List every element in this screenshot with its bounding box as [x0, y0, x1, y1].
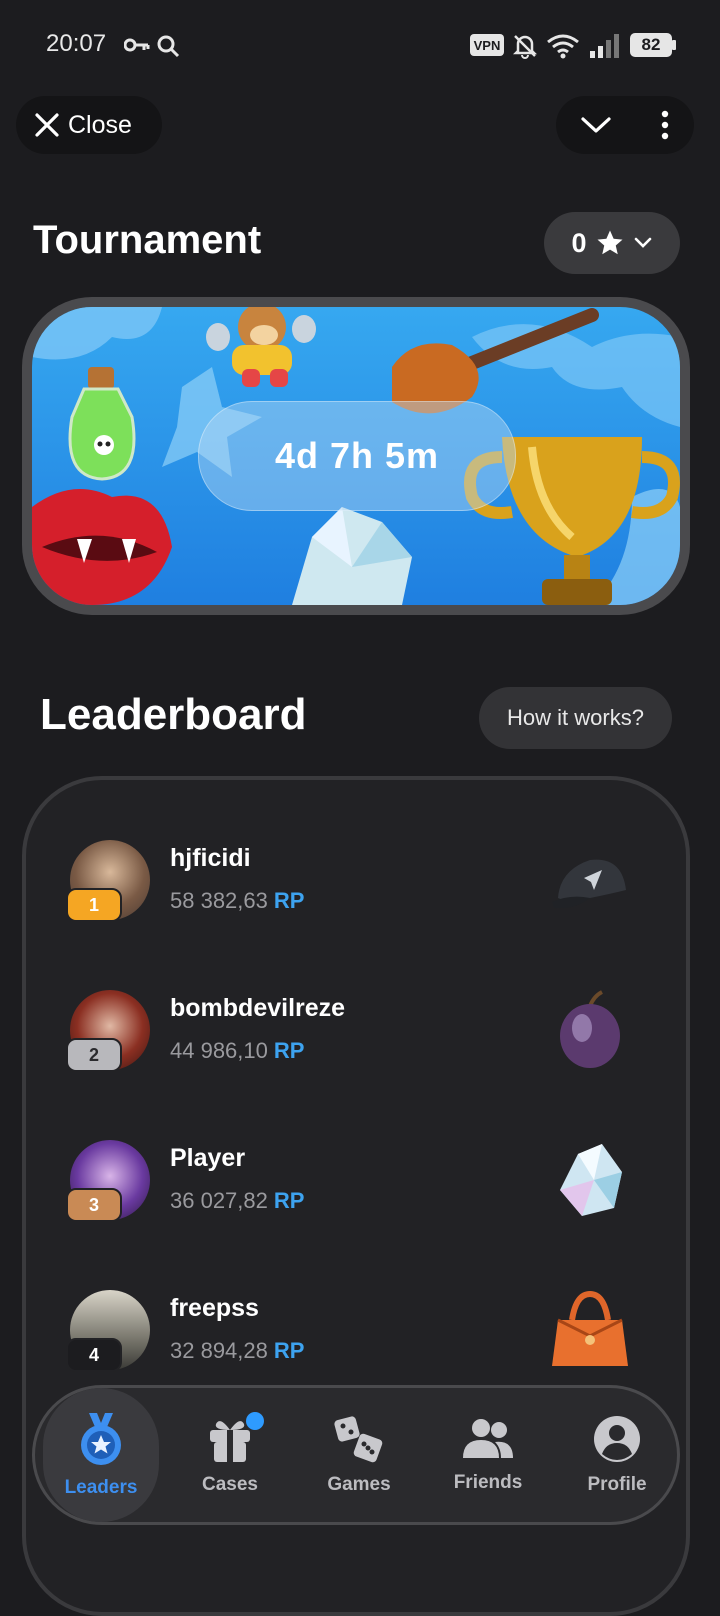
nav-profile[interactable]: Profile: [559, 1388, 675, 1522]
close-label: Close: [68, 110, 132, 139]
potion-icon: [68, 367, 136, 481]
player-score: 36 027,82 RP: [170, 1188, 304, 1214]
friends-icon: [463, 1419, 513, 1458]
nav-label: Friends: [453, 1472, 523, 1493]
cap-icon: [552, 859, 626, 909]
monkey-icon: [206, 307, 316, 387]
score-value: 32 894,28: [170, 1338, 268, 1363]
tournament-banner[interactable]: 4d 7h 5m: [32, 307, 680, 605]
nav-friends[interactable]: Friends: [430, 1388, 546, 1522]
signal-icon: [590, 34, 619, 58]
rank-badge: 2: [66, 1038, 122, 1072]
lips-icon: [32, 489, 172, 605]
nav-games[interactable]: Games: [301, 1388, 417, 1522]
vpn-badge: VPN: [470, 34, 504, 56]
crystal-icon: [560, 1144, 622, 1216]
player-name: freepss: [170, 1294, 259, 1322]
header-menu: [556, 96, 694, 154]
leaderboard-title: Leaderboard: [40, 690, 307, 739]
notification-dot: [246, 1412, 264, 1430]
tournament-title: Tournament: [33, 218, 262, 262]
score-value: 44 986,10: [170, 1038, 268, 1063]
player-name: hjficidi: [170, 844, 251, 872]
leaderboard-row[interactable]: 4 freepss 32 894,28 RP: [66, 1290, 650, 1390]
player-name: Player: [170, 1144, 246, 1172]
chevron-down-icon: [634, 237, 651, 248]
stars-balance-button[interactable]: 0: [544, 212, 680, 274]
battery-icon: 82: [630, 33, 672, 57]
rank-badge: 4: [66, 1338, 122, 1372]
leaderboard-row[interactable]: 2 bombdevilreze 44 986,10 RP: [66, 990, 650, 1090]
bell-off-icon: [512, 35, 538, 59]
player-score: 58 382,63 RP: [170, 888, 304, 914]
more-vertical-icon[interactable]: [660, 110, 670, 140]
nav-leaders[interactable]: Leaders: [43, 1388, 159, 1522]
score-unit: RP: [273, 1188, 305, 1213]
crystal-icon: [292, 507, 412, 605]
nav-label: Leaders: [64, 1477, 138, 1498]
score-value: 58 382,63: [170, 888, 268, 913]
tournament-timer: 4d 7h 5m: [198, 401, 516, 511]
score-unit: RP: [273, 1338, 305, 1363]
player-score: 32 894,28 RP: [170, 1338, 304, 1364]
close-button[interactable]: Close: [16, 96, 162, 154]
leaderboard-row[interactable]: 3 Player 36 027,82 RP: [66, 1140, 650, 1240]
nav-label: Profile: [587, 1474, 647, 1495]
nav-label: Games: [327, 1474, 391, 1495]
nav-cases[interactable]: Cases: [172, 1388, 288, 1522]
nav-label: Cases: [202, 1474, 258, 1495]
bag-icon: [552, 1290, 628, 1366]
leaderboard-row[interactable]: 1 hjficidi 58 382,63 RP: [66, 840, 650, 940]
how-it-works-button[interactable]: How it works?: [479, 687, 672, 749]
wifi-icon: [547, 34, 579, 59]
rank-badge: 1: [66, 888, 122, 922]
medal-icon: [81, 1413, 121, 1465]
stars-count: 0: [571, 227, 587, 258]
bottom-nav: Leaders Cases Games Friends Profile: [32, 1385, 680, 1525]
battery-tip: [672, 40, 676, 50]
rank-badge: 3: [66, 1188, 122, 1222]
player-name: bombdevilreze: [170, 994, 346, 1022]
plum-icon: [560, 990, 620, 1068]
star-icon: [597, 230, 623, 255]
key-icon: [124, 38, 150, 52]
search-icon: [157, 35, 180, 58]
score-unit: RP: [273, 1038, 305, 1063]
status-time: 20:07: [46, 30, 107, 57]
dice-icon: [334, 1416, 383, 1463]
score-value: 36 027,82: [170, 1188, 268, 1213]
chevron-down-icon[interactable]: [580, 114, 612, 136]
close-icon: [35, 113, 59, 137]
player-score: 44 986,10 RP: [170, 1038, 304, 1064]
profile-icon: [594, 1416, 640, 1462]
score-unit: RP: [273, 888, 305, 913]
